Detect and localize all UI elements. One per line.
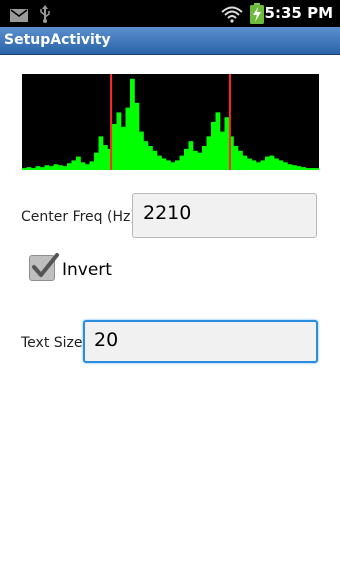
spectrum-bar bbox=[283, 162, 288, 170]
spectrum-bar bbox=[103, 145, 108, 170]
spectrum-bar bbox=[310, 168, 315, 170]
spectrum-bar bbox=[175, 160, 180, 170]
center-freq-input[interactable]: 2210 bbox=[132, 193, 317, 238]
spectrum-bar bbox=[67, 163, 72, 170]
spectrum-bar bbox=[220, 131, 225, 170]
title-bar: SetupActivity bbox=[0, 27, 340, 55]
spectrum-bar bbox=[292, 165, 297, 170]
spectrum-bar bbox=[206, 136, 212, 170]
spectrum-bar bbox=[121, 126, 126, 170]
spectrum-bar bbox=[265, 156, 270, 170]
spectrum-bar bbox=[242, 155, 248, 170]
spectrum-bar bbox=[40, 167, 45, 170]
mail-icon bbox=[10, 7, 28, 26]
spectrum-bar bbox=[49, 166, 54, 170]
battery-charging-icon bbox=[250, 3, 264, 28]
spectrum-bar bbox=[247, 158, 252, 170]
spectrum-bar bbox=[112, 123, 117, 170]
spectrum-bar bbox=[197, 152, 203, 170]
text-size-input[interactable]: 20 bbox=[83, 320, 318, 363]
spectrum-bar bbox=[98, 136, 104, 170]
spectrum-bar bbox=[211, 122, 216, 170]
spectrum-bar bbox=[94, 152, 99, 170]
usb-icon bbox=[39, 5, 51, 27]
spectrum-bar bbox=[71, 160, 77, 170]
spectrum-bar bbox=[251, 160, 257, 170]
spectrum-bar bbox=[193, 150, 198, 170]
spectrum-bar bbox=[31, 168, 36, 170]
spectrum-bar bbox=[116, 112, 122, 170]
spectrum-bar bbox=[224, 117, 230, 170]
spectrum-bar bbox=[215, 112, 221, 170]
spectrum-bar bbox=[35, 166, 41, 170]
checkmark-icon bbox=[32, 253, 59, 277]
spectrum-bar bbox=[58, 165, 63, 170]
spectrum-bar bbox=[134, 102, 140, 170]
status-bar: 5:35 PM bbox=[0, 0, 340, 27]
spectrum-chart bbox=[22, 74, 320, 170]
spectrum-bar bbox=[179, 155, 185, 170]
spectrum-bar bbox=[287, 164, 293, 170]
spectrum-bar bbox=[161, 158, 167, 170]
spectrum-bar bbox=[125, 107, 131, 170]
spectrum-bar bbox=[143, 141, 149, 170]
spectrum-bar bbox=[314, 168, 320, 170]
spectrum-bar bbox=[301, 167, 306, 170]
spectrum-bar bbox=[26, 167, 32, 170]
spectrum-bar bbox=[148, 146, 153, 170]
spectrum-bar bbox=[166, 160, 171, 170]
spectrum-bar bbox=[233, 146, 239, 170]
spectrum-bar bbox=[53, 164, 59, 170]
spectrum-bar bbox=[22, 168, 27, 170]
spectrum-bar bbox=[139, 131, 144, 170]
spectrum-bar bbox=[278, 160, 284, 170]
spectrum-bar bbox=[256, 162, 261, 170]
spectrum-bar bbox=[184, 148, 189, 170]
wifi-icon bbox=[221, 5, 243, 27]
page-title: SetupActivity bbox=[4, 32, 111, 48]
spectrum-bar bbox=[274, 158, 279, 170]
spectrum-bar bbox=[80, 162, 86, 170]
center-freq-label: Center Freq (Hz): bbox=[21, 209, 141, 225]
invert-checkbox[interactable] bbox=[29, 253, 59, 281]
spectrum-display bbox=[22, 74, 320, 170]
status-time: 5:35 PM bbox=[264, 4, 333, 22]
spectrum-bar bbox=[130, 78, 135, 170]
spectrum-bar bbox=[89, 161, 95, 170]
spectrum-bar bbox=[157, 155, 162, 170]
spectrum-bar bbox=[170, 162, 176, 170]
spectrum-bar bbox=[152, 150, 158, 170]
text-size-label: Text Size: bbox=[21, 335, 88, 351]
spectrum-bar bbox=[238, 150, 243, 170]
spectrum-bar bbox=[305, 168, 311, 170]
spectrum-bar bbox=[202, 146, 207, 170]
spectrum-bar bbox=[296, 166, 302, 170]
spectrum-bar bbox=[188, 141, 194, 170]
spectrum-bar bbox=[62, 166, 68, 170]
spectrum-bar bbox=[85, 164, 90, 170]
spectrum-bar bbox=[76, 156, 81, 170]
spectrum-bar bbox=[44, 165, 50, 170]
invert-label[interactable]: Invert bbox=[62, 260, 112, 280]
spectrum-bar bbox=[260, 160, 266, 170]
spectrum-bar bbox=[269, 155, 275, 170]
